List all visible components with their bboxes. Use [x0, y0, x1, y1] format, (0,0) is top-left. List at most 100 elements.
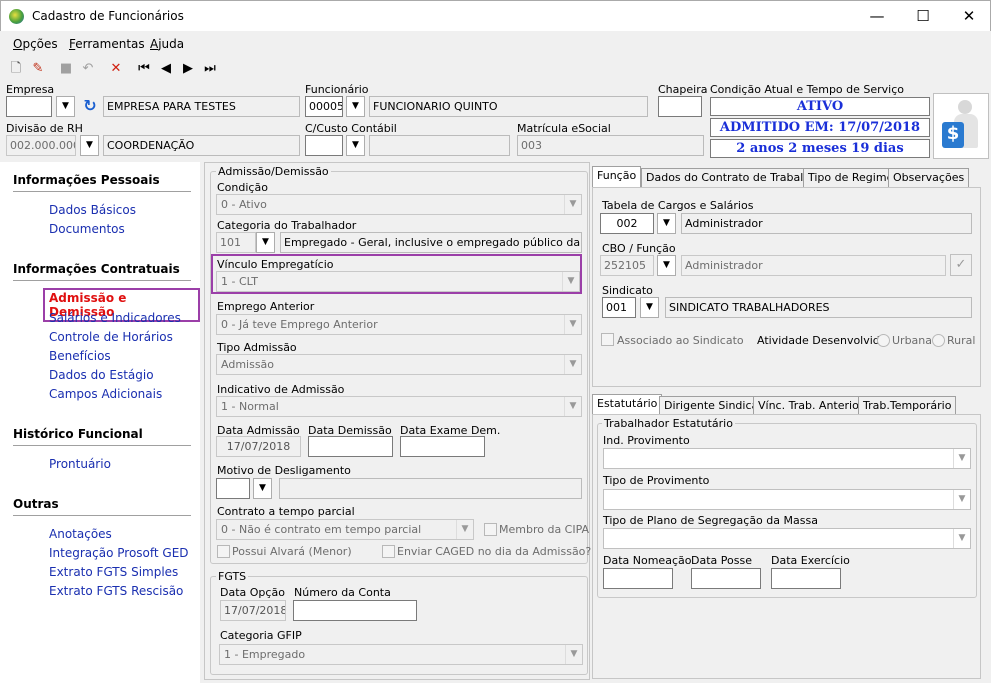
gfip-select[interactable]: 1 - Empregado ▼ — [219, 644, 583, 665]
sidebar-item-prontuario[interactable]: Prontuário — [49, 457, 111, 471]
membro-cipa-checkbox[interactable] — [484, 523, 497, 536]
menu-ferramentas[interactable]: Ferramentas — [69, 37, 145, 51]
indicativo-select[interactable]: 1 - Normal ▼ — [216, 396, 582, 417]
sidebar-item-dados-basicos[interactable]: Dados Básicos — [49, 203, 136, 217]
sidebar-item-estagio[interactable]: Dados do Estágio — [49, 368, 154, 382]
menu-opcoes[interactable]: Opções — [13, 37, 58, 51]
indicativo-label: Indicativo de Admissão — [217, 383, 345, 396]
empresa-dropdown-button[interactable]: ▼ — [56, 96, 75, 117]
empresa-code-input[interactable] — [6, 96, 52, 117]
edit-icon[interactable]: ✎ — [28, 59, 48, 79]
ccusto-code-input[interactable] — [305, 135, 343, 156]
previous-record-icon[interactable]: ◀ — [156, 59, 176, 79]
chapeira-input[interactable] — [658, 96, 702, 117]
divisao-name-field: COORDENAÇÃO — [103, 135, 300, 156]
tipo-provimento-select[interactable]: ▼ — [603, 489, 971, 510]
plano-segregacao-select[interactable]: ▼ — [603, 528, 971, 549]
caged-checkbox[interactable] — [382, 545, 395, 558]
motivo-code-input[interactable] — [216, 478, 250, 499]
first-record-icon[interactable]: ⏮ — [134, 59, 154, 79]
last-record-icon[interactable]: ⏭ — [200, 59, 220, 79]
tabela-cargos-code-input[interactable]: 002 — [600, 213, 654, 234]
urbana-radio[interactable] — [877, 334, 890, 347]
divisao-code-input[interactable]: 002.000.000 — [6, 135, 76, 156]
condicao-select[interactable]: 0 - Ativo ▼ — [216, 194, 582, 215]
stop-icon[interactable]: ■ — [56, 59, 76, 79]
data-admissao-input[interactable]: 17/07/2018 — [216, 436, 301, 457]
rural-radio[interactable] — [932, 334, 945, 347]
associado-checkbox[interactable] — [601, 333, 614, 346]
tabela-cargos-dropdown-button[interactable]: ▼ — [657, 213, 676, 234]
tab-observacoes[interactable]: Observações — [888, 168, 970, 187]
rural-label: Rural — [947, 334, 976, 347]
sidebar-item-documentos[interactable]: Documentos — [49, 222, 125, 236]
data-demissao-input[interactable] — [308, 436, 393, 457]
undo-icon[interactable]: ↶ — [78, 59, 98, 79]
data-opcao-input[interactable]: 17/07/2018 — [220, 600, 286, 621]
ind-provimento-select[interactable]: ▼ — [603, 448, 971, 469]
sidebar-item-anotacoes[interactable]: Anotações — [49, 527, 112, 541]
data-exercicio-input[interactable] — [771, 568, 841, 589]
divider — [13, 515, 191, 516]
checkmark-icon[interactable]: ✓ — [950, 254, 972, 276]
ccusto-dropdown-button[interactable]: ▼ — [346, 135, 365, 156]
divisao-dropdown-button[interactable]: ▼ — [80, 135, 99, 156]
motivo-dropdown-button[interactable]: ▼ — [253, 478, 272, 499]
next-record-icon[interactable]: ▶ — [178, 59, 198, 79]
urbana-label: Urbana — [892, 334, 933, 347]
tab-dados-contrato[interactable]: Dados do Contrato de Trabalho — [641, 168, 822, 187]
new-icon[interactable]: 🗋 — [6, 59, 26, 79]
emprego-anterior-select[interactable]: 0 - Já teve Emprego Anterior ▼ — [216, 314, 582, 335]
sidebar: Informações Pessoais Dados Básicos Docum… — [0, 162, 200, 683]
tab-trab-temporario[interactable]: Trab.Temporário — [858, 396, 957, 415]
categoria-code-input[interactable]: 101 — [216, 232, 256, 253]
sindicato-code-input[interactable]: 001 — [602, 297, 636, 318]
alvara-checkbox[interactable] — [217, 545, 230, 558]
sidebar-item-fgts-rescisao[interactable]: Extrato FGTS Rescisão — [49, 584, 183, 598]
data-posse-input[interactable] — [691, 568, 761, 589]
categoria-dropdown-button[interactable]: ▼ — [256, 232, 275, 253]
sidebar-item-horarios[interactable]: Controle de Horários — [49, 330, 173, 344]
sidebar-item-salarios[interactable]: Salários e Indicadores — [49, 311, 181, 325]
cbo-code-input[interactable]: 252105 — [600, 255, 654, 276]
tab-dirigente-sindical[interactable]: Dirigente Sindical — [659, 396, 767, 415]
refresh-icon[interactable]: ↻ — [80, 97, 100, 117]
sidebar-item-campos-adicionais[interactable]: Campos Adicionais — [49, 387, 162, 401]
motivo-label: Motivo de Desligamento — [217, 464, 351, 477]
tab-funcao[interactable]: Função — [592, 166, 642, 187]
divisao-label: Divisão de RH — [6, 122, 83, 135]
funcionario-code-input[interactable]: 00005 — [305, 96, 343, 117]
sidebar-item-beneficios[interactable]: Benefícios — [49, 349, 111, 363]
data-exame-input[interactable] — [400, 436, 485, 457]
sindicato-dropdown-button[interactable]: ▼ — [640, 297, 659, 318]
sidebar-item-ged[interactable]: Integração Prosoft GED — [49, 546, 189, 560]
ccusto-name-field — [369, 135, 510, 156]
funcionario-dropdown-button[interactable]: ▼ — [346, 96, 365, 117]
maximize-button[interactable]: ☐ — [900, 1, 946, 32]
delete-icon[interactable]: ✕ — [106, 59, 126, 79]
title-bar: Cadastro de Funcionários — ☐ ✕ — [0, 0, 991, 31]
contrato-parcial-select[interactable]: 0 - Não é contrato em tempo parcial ▼ — [216, 519, 474, 540]
salary-person-icon[interactable]: $ — [933, 93, 989, 159]
numero-conta-input[interactable] — [293, 600, 417, 621]
menu-ajuda[interactable]: Ajuda — [150, 37, 184, 51]
ccusto-label: C/Custo Contábil — [305, 122, 397, 135]
close-button[interactable]: ✕ — [946, 1, 991, 32]
data-opcao-label: Data Opção — [220, 586, 285, 599]
cbo-dropdown-button[interactable]: ▼ — [657, 255, 676, 276]
sidebar-item-fgts-simples[interactable]: Extrato FGTS Simples — [49, 565, 178, 579]
data-nomeacao-input[interactable] — [603, 568, 673, 589]
status-tempo-servico: 2 anos 2 meses 19 dias — [710, 139, 930, 158]
divider — [13, 280, 191, 281]
matricula-label: Matrícula eSocial — [517, 122, 611, 135]
minimize-button[interactable]: — — [854, 1, 900, 32]
vinculo-select[interactable]: 1 - CLT ▼ — [216, 271, 580, 292]
tab-tipo-regime[interactable]: Tipo de Regime — [803, 168, 899, 187]
tab-estatutario[interactable]: Estatutário — [592, 394, 663, 415]
data-posse-label: Data Posse — [691, 554, 752, 567]
estatutario-group-title: Trabalhador Estatutário — [602, 417, 735, 430]
tipo-admissao-select[interactable]: Admissão ▼ — [216, 354, 582, 375]
tabela-cargos-desc-field: Administrador — [681, 213, 972, 234]
associado-label: Associado ao Sindicato — [617, 334, 744, 347]
tab-vinc-anterior[interactable]: Vínc. Trab. Anterior — [753, 396, 869, 415]
